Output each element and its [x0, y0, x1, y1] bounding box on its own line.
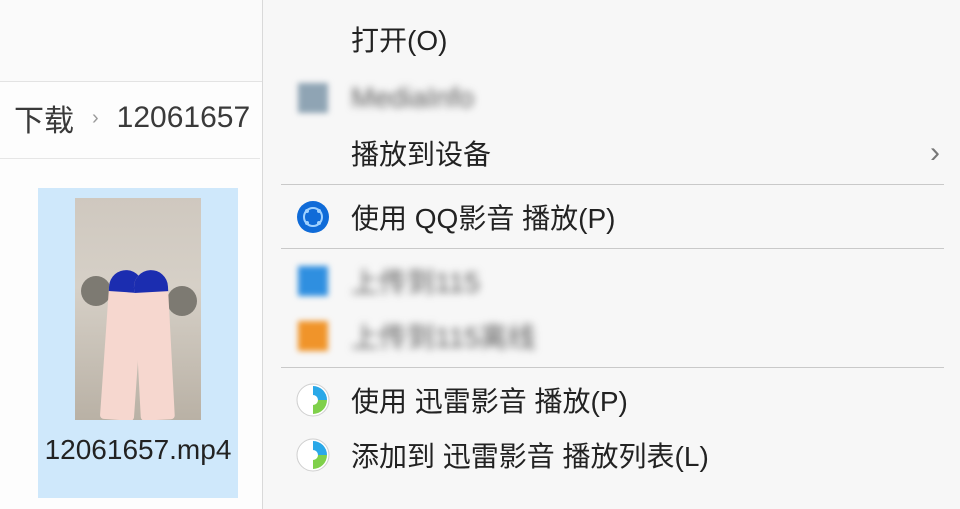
xunlei-icon [295, 437, 331, 473]
115-offline-icon [295, 318, 331, 354]
menu-label: 添加到 迅雷影音 播放列表(L) [351, 435, 709, 475]
file-item-selected[interactable]: 12061657.mp4 [38, 188, 238, 498]
breadcrumb[interactable]: 下载 › 12061657 [14, 96, 250, 140]
menu-separator [281, 248, 944, 249]
context-menu: 打开(O) MediaInfo 播放到设备 › 使用 QQ影音 播放(P) 上传… [262, 0, 960, 509]
menu-item-xunlei-play[interactable]: 使用 迅雷影音 播放(P) [263, 372, 960, 427]
menu-label: MediaInfo [351, 82, 474, 114]
file-name-label: 12061657.mp4 [38, 434, 238, 466]
video-thumbnail [75, 198, 201, 420]
menu-item-upload-115-offline[interactable]: 上传到115离线 [263, 308, 960, 363]
menu-separator [281, 367, 944, 368]
breadcrumb-segment[interactable]: 12061657 [117, 101, 250, 135]
breadcrumb-segment[interactable]: 下载 [14, 96, 74, 140]
menu-label: 使用 QQ影音 播放(P) [351, 197, 615, 237]
menu-label: 上传到115离线 [351, 316, 536, 356]
menu-label: 打开(O) [351, 19, 447, 59]
menu-label: 播放到设备 [351, 133, 491, 173]
menu-item-mediainfo[interactable]: MediaInfo [263, 70, 960, 125]
menu-label: 使用 迅雷影音 播放(P) [351, 380, 628, 420]
divider [0, 158, 260, 159]
menu-item-xunlei-addlist[interactable]: 添加到 迅雷影音 播放列表(L) [263, 427, 960, 482]
menu-item-upload-115[interactable]: 上传到115 [263, 253, 960, 308]
115-icon [295, 263, 331, 299]
menu-separator [281, 184, 944, 185]
menu-item-cast[interactable]: 播放到设备 › [263, 125, 960, 180]
mediainfo-icon [295, 80, 331, 116]
menu-label: 上传到115 [351, 261, 480, 301]
xunlei-icon [295, 382, 331, 418]
menu-item-qqplay[interactable]: 使用 QQ影音 播放(P) [263, 189, 960, 244]
chevron-right-icon: › [930, 136, 940, 170]
chevron-right-icon: › [92, 107, 99, 130]
menu-item-open[interactable]: 打开(O) [263, 0, 960, 70]
qqplayer-icon [295, 199, 331, 235]
